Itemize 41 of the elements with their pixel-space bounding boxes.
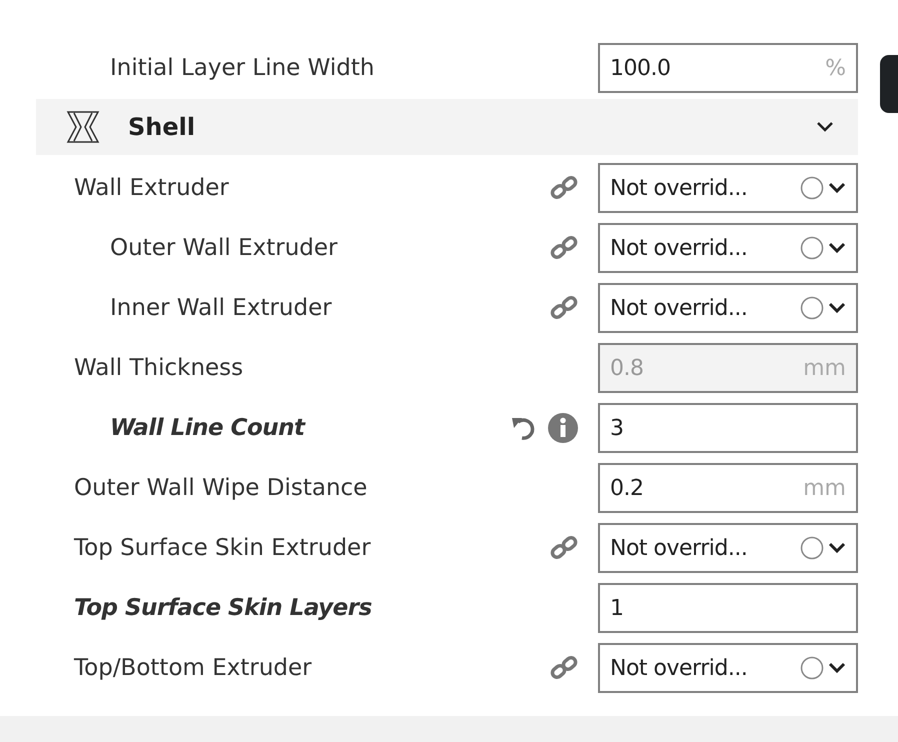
setting-label: Inner Wall Extruder [110,295,333,321]
chevron-down-icon [816,121,834,133]
unit-label: mm [803,356,846,380]
radio-circle-icon [800,296,824,320]
extruder-dropdown[interactable]: Not overrid... [598,283,858,333]
chevron-down-icon [828,182,846,194]
radio-circle-icon [800,176,824,200]
extruder-dropdown[interactable]: Not overrid... [598,523,858,573]
value-field[interactable]: 100.0 % [598,43,858,93]
extruder-dropdown[interactable]: Not overrid... [598,163,858,213]
shell-icon [66,110,100,144]
link-icon[interactable] [550,234,578,262]
link-icon[interactable] [550,534,578,562]
link-icon[interactable] [550,654,578,682]
section-header[interactable]: Shell [36,99,858,155]
chevron-down-icon [828,242,846,254]
setting-label: Top Surface Skin Extruder [74,535,372,561]
chevron-down-icon [828,302,846,314]
unit-label: % [825,56,846,80]
scrollbar-thumb[interactable] [880,55,898,113]
extruder-dropdown[interactable]: Not overrid... [598,223,858,273]
section-title: Shell [128,113,196,141]
setting-label: Outer Wall Wipe Distance [74,475,368,501]
radio-circle-icon [800,656,824,680]
chevron-down-icon [828,542,846,554]
setting-label: Wall Thickness [74,355,244,381]
setting-label: Top/Bottom Extruder [74,655,313,681]
setting-label: Top Surface Skin Layers [74,595,373,621]
setting-label: Outer Wall Extruder [110,235,338,261]
radio-circle-icon [800,236,824,260]
chevron-down-icon [828,662,846,674]
setting-label: Wall Extruder [74,175,230,201]
value-field[interactable]: 1 [598,583,858,633]
setting-label: Wall Line Count [110,415,307,441]
extruder-dropdown[interactable]: Not overrid... [598,643,858,693]
link-icon[interactable] [550,294,578,322]
setting-label: Initial Layer Line Width [110,55,376,81]
link-icon[interactable] [550,174,578,202]
unit-label: mm [803,476,846,500]
value-field[interactable]: 0.2 mm [598,463,858,513]
radio-circle-icon [800,536,824,560]
